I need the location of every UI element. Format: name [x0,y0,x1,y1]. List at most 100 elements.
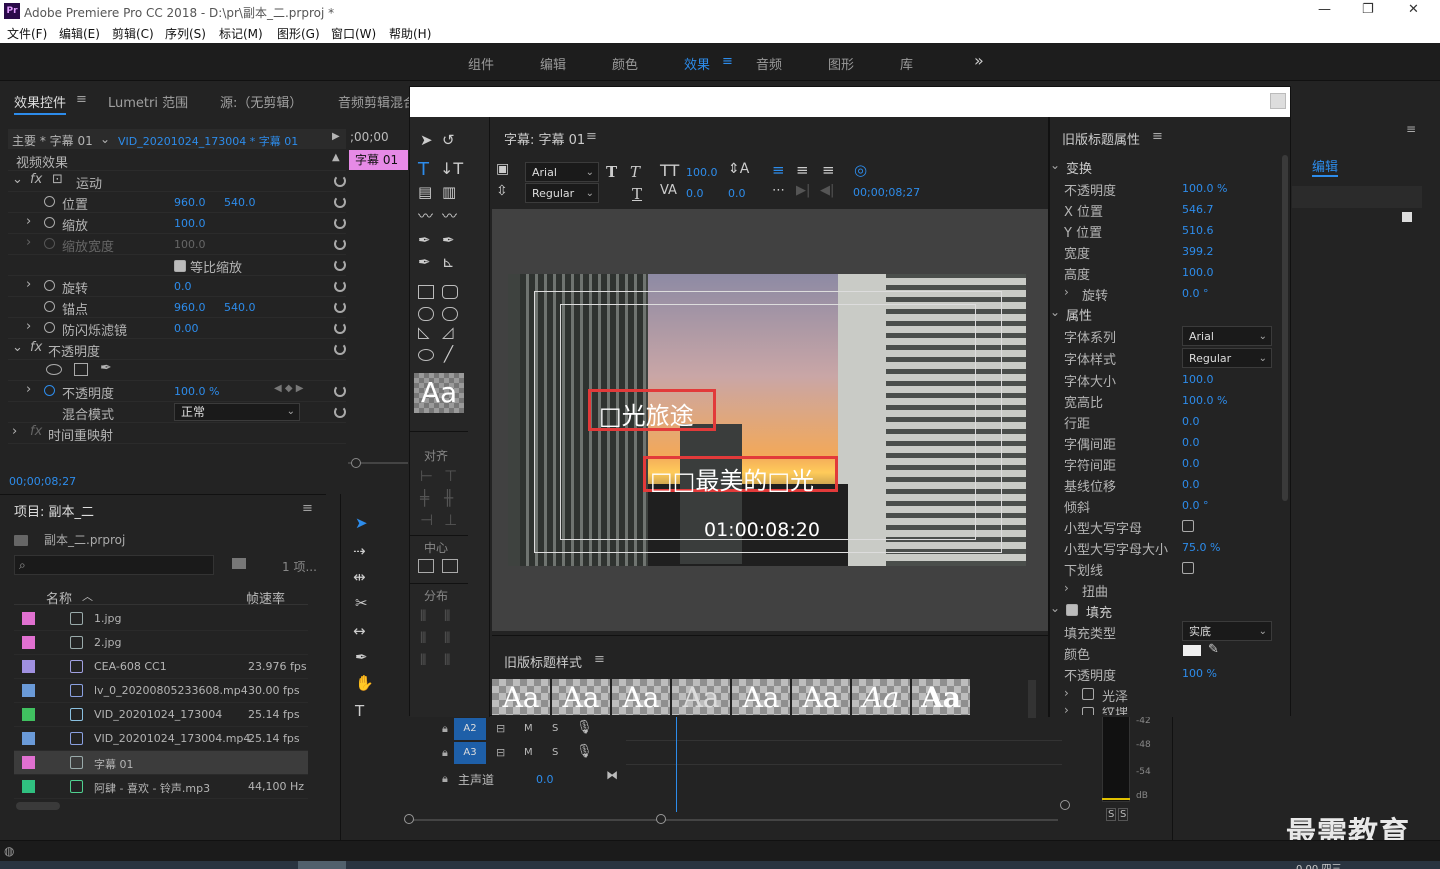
chevron-down-icon[interactable]: ⌄ [1050,601,1060,615]
distribute-icon[interactable]: ⫴ [444,651,450,669]
prop-aspect-value[interactable]: 100.0 % [1182,394,1227,407]
prop-font-family-select[interactable]: Arial ⌄ [1182,326,1272,346]
chevron-right-icon[interactable]: › [1064,285,1069,299]
scroll-handle[interactable] [1060,800,1070,810]
align-left-text-icon[interactable]: ≡ [772,161,785,179]
list-item[interactable]: 阿肆 - 喜欢 - 铃声.mp3 44,100 Hz [14,775,308,799]
new-item-icon[interactable] [1402,212,1412,222]
prop-distort-label[interactable]: 扭曲 [1082,581,1108,600]
distribute-icon[interactable]: ⫴ [420,629,426,647]
panel-menu-icon[interactable]: ≡ [302,501,313,516]
ellipse-mask-icon[interactable] [46,364,62,375]
distribute-icon[interactable]: ⫴ [444,607,450,625]
prop-y-value[interactable]: 510.6 [1182,224,1214,237]
prop-small-caps-size-value[interactable]: 75.0 % [1182,541,1220,554]
transform-section[interactable]: 变换 [1066,158,1092,177]
panel-menu-icon[interactable]: ≡ [586,129,597,144]
style-tile[interactable]: Aa [672,679,730,715]
menu-window[interactable]: 窗口(W) [331,25,376,42]
chevron-right-icon[interactable]: › [1064,707,1069,715]
zoom-handle-right[interactable] [656,814,666,824]
center-horizontal-icon[interactable] [418,559,434,573]
scale-value[interactable]: 100.0 [174,217,206,230]
ws-tab-effects[interactable]: 效果 [684,54,710,73]
show-background-video-icon[interactable]: ◎ [854,161,867,179]
chevron-down-icon[interactable]: ⌄ [100,132,110,146]
chevron-right-icon[interactable]: › [26,214,31,229]
close-button[interactable]: ✕ [1408,2,1419,17]
align-right-icon[interactable]: ⊣ [420,511,433,529]
chevron-right-icon[interactable]: › [26,277,31,292]
track-select-tool-icon[interactable]: ⇢ [353,542,366,560]
reset-icon[interactable] [334,406,346,418]
reset-icon[interactable] [334,196,346,208]
titler-close-button[interactable] [1270,93,1286,109]
label-color-swatch[interactable] [22,780,35,793]
reset-icon[interactable] [334,280,346,292]
new-bin-icon[interactable] [232,558,246,569]
position-x-value[interactable]: 960.0 [174,196,206,209]
column-name[interactable]: 名称 [46,588,72,607]
sequence-clip-label[interactable]: VID_20201024_173004 * 字幕 01 [118,133,298,149]
chevron-right-icon[interactable]: › [1064,581,1069,595]
keyframe-nav-icon[interactable]: ◀ ◆ ▶ [274,383,303,394]
path-type-tool-icon[interactable]: 〰 [418,205,433,226]
pen-tool-icon[interactable]: ✒ [355,648,368,666]
ws-tab-editing[interactable]: 编辑 [540,54,566,73]
align-bottom-icon[interactable]: ⊥ [444,511,457,529]
effect-timecode[interactable]: 00;00;08;27 [9,475,76,488]
ripple-edit-tool-icon[interactable]: ⇹ [353,568,366,586]
kerning-value[interactable]: 0.0 [686,187,704,200]
list-item[interactable]: 2.jpg [14,631,308,655]
project-tab[interactable]: 项目: 副本_二 [14,501,94,520]
collapse-icon[interactable]: ▲ [332,152,340,163]
list-item[interactable]: VID_20201024_173004.mp4 25.14 fps [14,727,308,751]
chevron-down-icon[interactable]: ⌄ [1050,158,1060,172]
prop-rotation-value[interactable]: 0.0 ° [1182,287,1209,300]
minimize-button[interactable]: — [1318,2,1331,17]
title-text-2[interactable]: □□最美的□光 [650,461,814,496]
tab-edit[interactable]: 编辑 [1312,156,1339,177]
align-vcenter-icon[interactable]: ╫ [444,489,453,507]
align-hcenter-icon[interactable]: ╪ [420,489,429,507]
tab-effect-controls[interactable]: 效果控件 [14,92,67,115]
clipped-rectangle-tool-icon[interactable] [418,307,434,321]
opacity-value[interactable]: 100.0 % [174,385,219,398]
style-tile[interactable]: Aa [852,679,910,715]
styles-scrollbar[interactable] [1028,680,1036,718]
tab-lumetri-scopes[interactable]: Lumetri 范围 [108,92,188,111]
texture-row[interactable]: › 纹理 [1064,707,1204,715]
clip-chip[interactable]: 字幕 01 [349,150,408,170]
ws-tab-graphics[interactable]: 图形 [828,54,854,73]
prop-font-size-value[interactable]: 100.0 [1182,373,1214,386]
style-tile[interactable]: Aa [492,679,550,715]
solo-right-button[interactable]: S [1118,808,1129,821]
panel-menu-icon[interactable]: ≡ [594,652,605,667]
prop-leading-value[interactable]: 0.0 [1182,415,1200,428]
font-family-select[interactable]: Arial ⌄ [525,162,599,182]
distribute-icon[interactable]: ⫴ [444,629,450,647]
menu-edit[interactable]: 编辑(E) [59,25,100,42]
prop-x-value[interactable]: 546.7 [1182,203,1214,216]
ws-tab-libraries[interactable]: 库 [900,54,913,73]
list-item[interactable]: lv_0_20200805233608.mp4 30.00 fps [14,679,308,703]
prop-opacity-value[interactable]: 100.0 % [1182,182,1227,195]
stopwatch-icon[interactable] [44,322,55,333]
font-size-value[interactable]: 100.0 [686,166,718,179]
zoom-handle[interactable] [351,458,361,468]
texture-checkbox[interactable] [1082,707,1094,715]
motion-transform-icon[interactable]: ⊡ [52,172,63,187]
font-style-select[interactable]: Regular ⌄ [525,183,599,203]
solo-button[interactable]: S [552,747,558,758]
razor-tool-icon[interactable]: ✂ [355,594,368,612]
align-left-icon[interactable]: ⊢ [420,467,433,485]
chevron-right-icon[interactable]: › [26,319,31,334]
style-tile[interactable]: Aa [732,679,790,715]
bold-icon[interactable]: T [606,163,617,181]
rotation-tool-icon[interactable]: ↺ [442,131,455,149]
master-volume-value[interactable]: 0.0 [536,773,554,786]
panel-menu-icon[interactable]: ≡ [1152,129,1163,144]
hand-tool-icon[interactable]: ✋ [355,674,374,692]
vertical-path-type-tool-icon[interactable]: 〰 [442,205,457,226]
lock-icon[interactable]: 🔒︎ [442,772,448,786]
